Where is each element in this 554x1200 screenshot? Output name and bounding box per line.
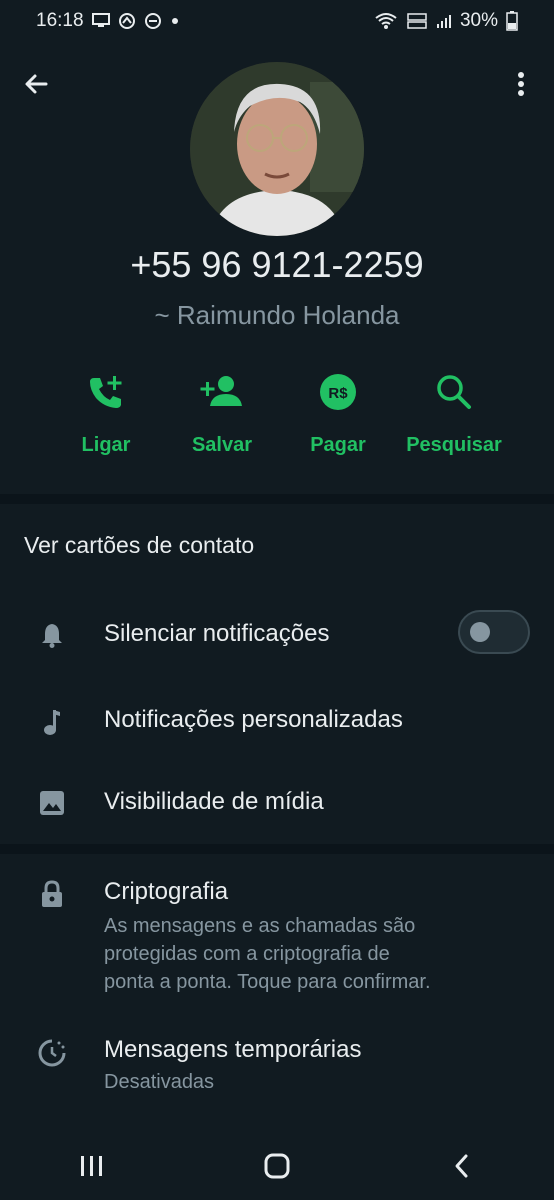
search-button[interactable]: Pesquisar [398, 364, 510, 474]
bell-icon [42, 624, 62, 648]
custom-notifications-label: Notificações personalizadas [104, 706, 403, 733]
lock-icon [42, 880, 62, 907]
avatar-image [190, 62, 364, 236]
back-nav-button[interactable] [432, 1141, 492, 1191]
svg-text:R$: R$ [328, 385, 348, 402]
recents-icon [81, 1156, 103, 1176]
contact-phone: +55 96 9121-2259 [130, 244, 424, 285]
encryption-line: protegidas com a criptografia de [104, 943, 390, 965]
toggle-knob [470, 622, 490, 642]
battery-icon [506, 11, 518, 31]
custom-notifications-row[interactable]: Notificações personalizadas [0, 706, 554, 736]
contact-alias: ~ Raimundo Holanda [154, 300, 400, 330]
volte-icon [406, 12, 428, 30]
more-options-button[interactable] [506, 66, 536, 102]
person-add-icon [200, 376, 242, 406]
back-arrow-icon [25, 74, 48, 94]
pay-label: Pagar [310, 434, 366, 456]
status-time: 16:18 [36, 10, 84, 31]
more-vert-icon [518, 72, 524, 96]
status-bar: 16:18 30% [0, 0, 554, 42]
call-label: Ligar [81, 434, 131, 456]
encryption-description: As mensagens e as chamadas são protegida… [104, 912, 554, 996]
chevron-left-icon [455, 1154, 468, 1178]
pay-real-icon: R$ [320, 374, 356, 410]
encryption-row[interactable]: Criptografia As mensagens e as chamadas … [0, 878, 554, 996]
action-row: Ligar Salvar R$ Pagar Pesquisar [50, 364, 510, 474]
recents-button[interactable] [62, 1141, 122, 1191]
system-nav-bar [0, 1132, 554, 1200]
disappearing-messages-row[interactable]: Mensagens temporárias Desativadas [0, 1036, 554, 1096]
notification-dot-icon [170, 16, 180, 26]
search-icon [437, 375, 471, 409]
screen-cast-icon [91, 13, 110, 29]
search-label: Pesquisar [406, 434, 502, 456]
do-not-disturb-icon [144, 12, 162, 30]
timer-icon [38, 1039, 66, 1067]
call-add-icon [90, 376, 122, 408]
pay-button[interactable]: R$ Pagar [282, 364, 394, 474]
encryption-line: ponta a ponta. Toque para confirmar. [104, 971, 431, 993]
contact-cards-link[interactable]: Ver cartões de contato [24, 532, 254, 559]
image-icon [40, 791, 64, 815]
signal-icon [436, 13, 452, 29]
back-button[interactable] [18, 66, 54, 102]
section-divider [0, 844, 554, 854]
music-note-icon [44, 710, 60, 735]
media-visibility-row[interactable]: Visibilidade de mídia [0, 788, 554, 816]
disappearing-messages-value: Desativadas [104, 1071, 215, 1093]
media-visibility-label: Visibilidade de mídia [104, 788, 324, 815]
call-button[interactable]: Ligar [50, 364, 162, 474]
home-button[interactable] [247, 1141, 307, 1191]
avatar[interactable] [190, 62, 364, 236]
save-button[interactable]: Salvar [166, 364, 278, 474]
disappearing-messages-title: Mensagens temporárias [104, 1036, 362, 1063]
encryption-title: Criptografia [104, 878, 229, 905]
section-divider [0, 494, 554, 504]
mute-toggle[interactable] [458, 610, 530, 654]
battery-percent: 30% [459, 10, 498, 31]
home-icon [264, 1153, 290, 1179]
wifi-icon [374, 12, 398, 30]
encryption-line: As mensagens e as chamadas são [104, 915, 416, 937]
sync-icon [118, 12, 136, 30]
save-label: Salvar [191, 434, 253, 456]
